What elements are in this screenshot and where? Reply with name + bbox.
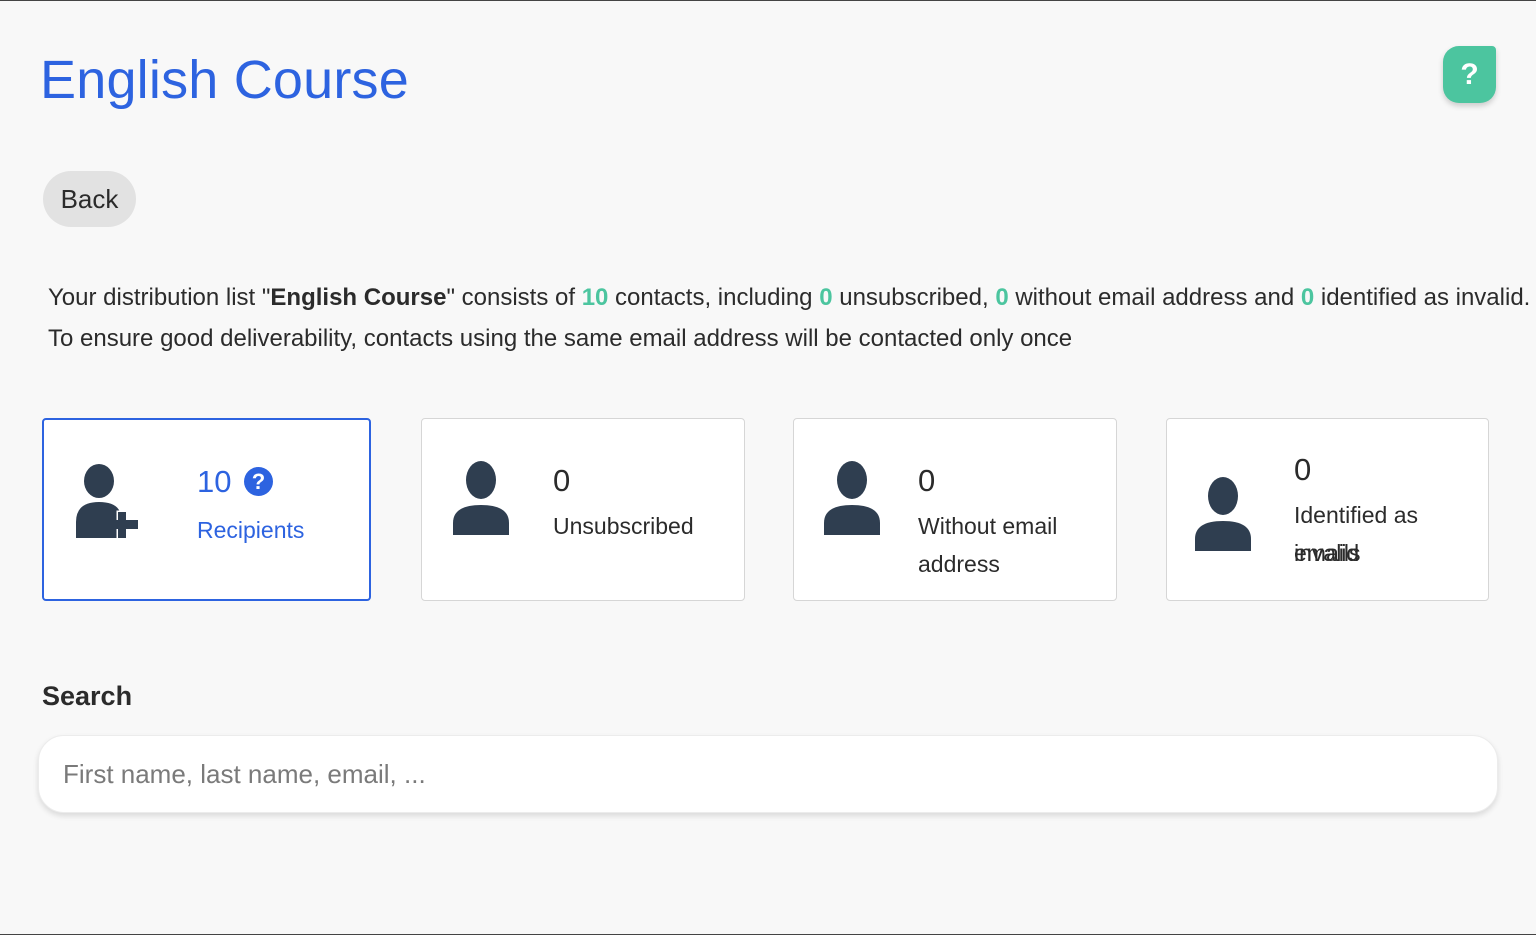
page-title: English Course [40, 50, 409, 110]
recipients-label: Recipients [197, 517, 305, 543]
summary-text-4: unsubscribed, [832, 284, 996, 311]
summary-text-1: Your distribution list " [48, 284, 271, 311]
summary-text-6: identified as invalid. [1314, 284, 1531, 311]
user-icon [824, 461, 880, 535]
user-icon [1195, 477, 1251, 551]
summary-line-1: Your distribution list "English Course" … [48, 277, 1530, 318]
summary-contacts-count: 10 [581, 284, 609, 311]
recipients-count: 10 [197, 464, 232, 499]
summary-no-email-count: 0 [995, 284, 1009, 311]
back-button[interactable]: Back [43, 171, 136, 227]
recipients-card[interactable]: 10 ? Recipients [42, 418, 371, 601]
unsubscribed-label: Unsubscribed [553, 513, 694, 539]
invalid-emails-label-line-2: emails [1294, 540, 1361, 566]
summary-line-2: To ensure good deliverability, contacts … [48, 325, 1073, 352]
summary-unsubscribed-count: 0 [819, 284, 833, 311]
recipients-help-icon[interactable]: ? [244, 467, 273, 496]
summary-text-5: without email address and [1008, 284, 1301, 311]
question-mark-icon: ? [1460, 57, 1479, 91]
add-user-icon [76, 464, 138, 538]
without-email-card[interactable]: 0 Without email address [793, 418, 1117, 601]
summary-text-3: contacts, including [608, 284, 820, 311]
unsubscribed-card[interactable]: 0 Unsubscribed [421, 418, 745, 601]
search-heading: Search [42, 681, 133, 711]
search-input[interactable] [38, 735, 1498, 813]
summary-list-name: English Course [270, 284, 447, 311]
summary-invalid-count: 0 [1300, 284, 1315, 311]
user-icon [453, 461, 509, 535]
help-button[interactable]: ? [1443, 46, 1496, 103]
unsubscribed-count: 0 [553, 463, 571, 498]
summary-text-2: " consists of [446, 284, 582, 311]
without-email-label: Without email address [918, 513, 1058, 577]
invalid-emails-count: 0 [1294, 452, 1312, 487]
without-email-count: 0 [918, 463, 936, 498]
distribution-summary: Your distribution list "English Course" … [48, 277, 1530, 359]
invalid-emails-card[interactable]: 0 Identified as invalid emails [1166, 418, 1489, 601]
